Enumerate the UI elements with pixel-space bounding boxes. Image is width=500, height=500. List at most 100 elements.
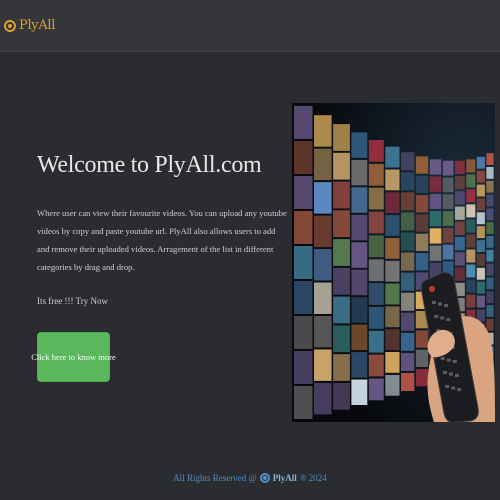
tv-screen [401,252,415,271]
tv-screen [455,267,465,281]
tv-screen [368,187,384,210]
tv-screen [314,315,332,348]
tv-screen [294,386,313,419]
tv-screen [368,307,384,329]
tv-screen [486,277,494,290]
remote-key [452,360,457,363]
footer: All Rights Reserved @ PlyAll ® 2024 [0,473,500,483]
remote-key [451,386,456,390]
remote-key [444,304,448,307]
know-more-button[interactable]: Click here to know more [31,332,116,382]
tv-wall-illustration [292,103,495,422]
tv-screen [314,215,332,248]
tv-screen [466,159,476,173]
brand-name: PlyAll [19,18,56,33]
navbar: PlyAll [0,0,500,52]
tv-screen [415,233,429,251]
remote-key [455,374,459,377]
tv-screen [486,222,494,234]
tv-screen [294,316,313,349]
tv-screen [333,267,350,295]
free-text: Its free !!! Try Now [37,296,108,306]
tv-screen [455,176,465,190]
brand-link[interactable]: PlyAll [4,18,55,33]
tv-screen [351,352,368,378]
tv-screen [476,212,485,225]
tv-screen [401,212,415,231]
tv-screen [368,283,384,305]
tv-screen [368,211,384,234]
tv-screen [455,221,465,235]
tv-screen [466,249,476,263]
tv-screen [476,295,485,308]
tv-screen [351,159,368,186]
tv-screen [351,214,368,241]
tv-screen [429,228,442,244]
tv-screen [401,172,415,191]
tv-screen [466,219,476,233]
tv-screen [486,194,494,207]
tv-screen [442,244,454,260]
tv-screen [486,318,494,331]
tv-screen [415,349,429,367]
tv-screen [415,195,429,213]
tv-screen [486,208,494,221]
tv-screen [429,245,442,261]
remote-key [446,358,451,362]
tv-screen [368,140,384,162]
tv-screen [314,249,332,281]
tv-screen [466,294,476,308]
tv-screen [401,232,415,251]
tv-screen [415,253,429,271]
play-circle-icon [4,19,16,32]
remote-key [457,388,462,391]
tv-screen [333,296,350,324]
tv-screen [368,259,384,282]
tv-screen [455,160,465,174]
tv-screen [385,306,400,328]
remote-key [440,316,445,320]
tv-screen [476,184,485,197]
tv-screen [415,214,429,232]
remote-key [449,372,453,376]
tv-screen [455,206,465,220]
tv-screen [385,192,400,214]
tv-screen [476,156,485,169]
tv-screen [401,312,415,331]
tv-screen [429,211,442,227]
footer-logo-icon [259,473,270,483]
tv-screen [415,369,429,387]
tv-screen [486,263,494,276]
tv-screen [314,282,332,314]
tv-screen [385,283,400,305]
tv-screen [415,175,429,193]
tv-screen [314,115,332,147]
tv-screen [333,181,350,209]
tv-screen [351,297,368,323]
tv-screen [401,152,415,171]
tv-screen [333,124,350,151]
tv-screen [294,351,313,384]
tv-screen [351,324,368,351]
tv-screen [442,160,454,176]
tv-screen [466,174,476,188]
hero-description: Where user can view their favourite vide… [37,208,287,272]
remote-key [446,318,451,321]
tv-screen [385,260,400,282]
tv-screen [351,242,368,268]
tv-screen [401,272,415,291]
tv-screen [351,269,368,296]
tv-screen [333,239,350,266]
tv-screen [476,240,485,252]
tv-screen [385,352,400,373]
tv-screen [368,330,384,353]
tv-screen [333,210,350,238]
tv-screen [351,132,368,158]
tv-screen [476,198,485,211]
tv-wall-with-remote-image [292,103,495,422]
remote-key [440,357,445,360]
tv-screen [333,152,350,180]
tv-screen [429,159,442,175]
tv-screen [314,182,332,214]
tv-screen [333,382,350,410]
